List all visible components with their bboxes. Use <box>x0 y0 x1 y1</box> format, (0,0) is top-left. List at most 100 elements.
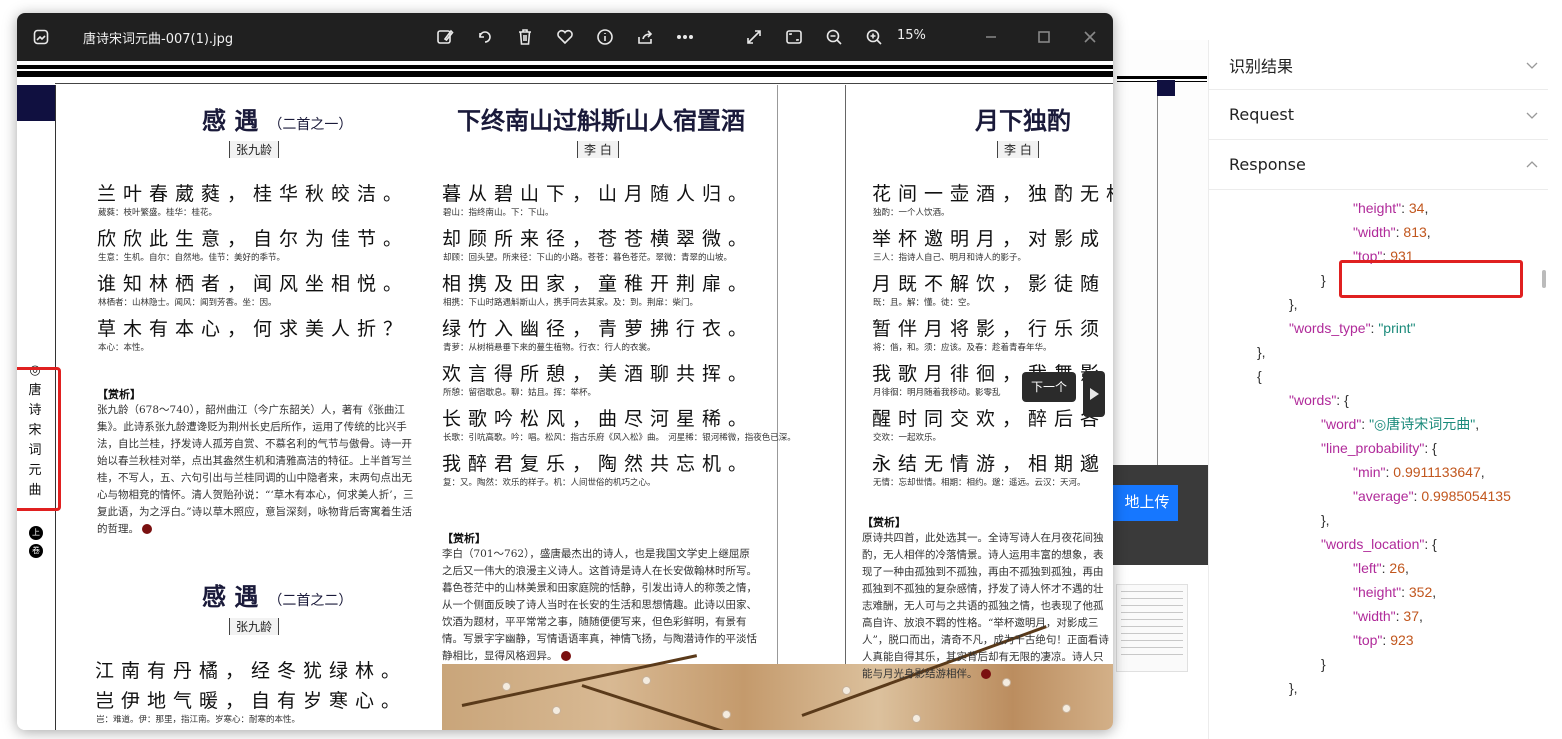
json-line: "height": 34, <box>1353 196 1428 220</box>
poem-subtitle: （二首之一） <box>268 117 353 133</box>
info-icon[interactable] <box>593 13 617 61</box>
poem-note: 三人：指诗人自己、明月和诗人的影子。 <box>873 253 1027 263</box>
poet-name: 李 白 <box>997 141 1039 158</box>
json-key: "average" <box>1353 488 1414 504</box>
json-punct: , <box>1480 464 1485 480</box>
json-line: "left": 26, <box>1353 556 1409 580</box>
poem-line: 欢言得所憩，美酒聊共挥。 <box>442 363 755 385</box>
zoom-out-icon[interactable] <box>822 13 846 61</box>
scrollbar-thumb[interactable] <box>1542 270 1546 288</box>
title-bar: 唐诗宋词元曲-007(1).jpg 15% <box>17 13 1113 61</box>
zoom-level[interactable]: 15% <box>897 28 926 43</box>
photo-viewer-window: 唐诗宋词元曲-007(1).jpg 15% ◎ 唐 诗 宋 词 元 曲 上 卷 … <box>17 13 1113 730</box>
edit-image-icon[interactable] <box>433 13 457 61</box>
json-colon: : <box>1401 584 1409 600</box>
poem-note: 葳蕤：枝叶繁盛。桂华：桂花。 <box>98 208 218 218</box>
section-recognition-result[interactable]: 识别结果 <box>1209 40 1548 90</box>
json-value: 34 <box>1408 200 1425 216</box>
expand-icon[interactable] <box>742 13 766 61</box>
poem-line: 谁知林栖者，闻风坐相悦。 <box>97 273 410 295</box>
poem-note: 岂：难道。伊：那里，指江南。岁寒心：耐寒的本性。 <box>96 715 301 725</box>
json-key: "words" <box>1289 392 1337 408</box>
json-line: "word": "◎唐诗宋词元曲", <box>1321 412 1479 436</box>
section-request[interactable]: Request <box>1209 90 1548 140</box>
end-mark-icon <box>980 669 991 679</box>
poem-note: 生意：生机。自尔：自然地。佳节：美好的季节。 <box>98 253 286 263</box>
poem-title: 感 遇 （二首之二） <box>202 577 352 612</box>
json-colon: : <box>1424 440 1433 456</box>
poem-title-text: 感 遇 <box>202 106 259 135</box>
poem-line: 草木有本心，何求美人折？ <box>97 318 410 340</box>
favorite-icon[interactable] <box>553 13 577 61</box>
json-line: "words_location": { <box>1321 532 1437 556</box>
word-highlight-box <box>1339 260 1523 298</box>
poem-line: 月既不解饮，影徒随 <box>872 273 1107 295</box>
end-mark-icon <box>142 524 153 534</box>
poem-title-text: 感 遇 <box>202 582 259 611</box>
json-value: 813 <box>1403 224 1427 240</box>
page-corner-block <box>17 85 55 121</box>
minimize-icon[interactable] <box>977 13 1005 61</box>
json-punct: , <box>1432 584 1437 600</box>
analysis-body: 李白（701～762），盛唐最杰出的诗人，也是我国文学史上继屈原之后又一伟大的浪… <box>442 548 757 662</box>
zoom-in-icon[interactable] <box>862 13 886 61</box>
json-line: "width": 813, <box>1353 220 1431 244</box>
json-bracket: }, <box>1257 344 1266 360</box>
preview-margin-line <box>1157 96 1158 466</box>
json-punct: , <box>1418 608 1423 624</box>
close-icon[interactable] <box>1076 13 1104 61</box>
side-label-highlight <box>17 367 61 511</box>
fit-screen-icon[interactable] <box>782 13 806 61</box>
document-preview <box>1112 40 1212 470</box>
rotate-icon[interactable] <box>473 13 497 61</box>
poem-line: 醒时同交欢，醉后各 <box>872 408 1107 430</box>
json-key: "line_probability" <box>1321 440 1425 456</box>
next-image-button[interactable] <box>1083 371 1105 417</box>
poem-line: 永结无情游，相期邈 <box>872 453 1107 475</box>
json-colon: : <box>1401 200 1409 216</box>
delete-icon[interactable] <box>513 13 537 61</box>
poem-note: 所憩：留宿歇息。聊：姑且。挥：举杯。 <box>443 388 597 398</box>
upload-button[interactable]: 地上传 <box>1112 485 1178 521</box>
analysis-heading: 【赏析】 <box>97 388 141 401</box>
poem-note: 碧山：指终南山。下：下山。 <box>443 208 554 218</box>
page-gutter-line <box>845 85 846 730</box>
json-line: "words": { <box>1289 388 1349 412</box>
page-gutter-line <box>777 85 778 730</box>
poem-note: 无情：忘却世情。相期：相约。邈：遥远。云汉：天河。 <box>873 478 1086 488</box>
json-key: "words_type" <box>1289 320 1371 336</box>
json-value: { <box>1432 440 1437 456</box>
json-line: } <box>1321 652 1326 676</box>
poem-note: 将：偕，和。须：应该。及春：趁着青春年华。 <box>873 343 1052 353</box>
poem-title: 月下独酌 <box>975 106 1071 135</box>
json-punct: , <box>1426 224 1431 240</box>
poem-note: 本心：本性。 <box>98 343 150 353</box>
preview-rule <box>1117 76 1207 79</box>
share-icon[interactable] <box>633 13 657 61</box>
analysis-heading: 【赏析】 <box>862 516 906 529</box>
json-value: 26 <box>1389 560 1405 576</box>
json-punct: , <box>1475 416 1480 432</box>
poem-line: 花间一壶酒，独酌无相 <box>872 183 1113 205</box>
json-line: }, <box>1321 508 1330 532</box>
chevron-down-icon <box>1526 112 1538 119</box>
chevron-up-icon <box>1526 160 1538 167</box>
poem-line: 举杯邀明月，对影成 <box>872 228 1107 250</box>
json-punct: , <box>1424 200 1429 216</box>
maximize-icon[interactable] <box>1030 13 1058 61</box>
poem-note: 独酌：一个人饮酒。 <box>873 208 950 218</box>
json-line: "min": 0.9911133647, <box>1353 460 1485 484</box>
poem-line: 却顾所来径，苍苍横翠微。 <box>442 228 755 250</box>
image-canvas[interactable]: ◎ 唐诗宋词元曲 上 卷 感 遇（二首之一） 张九龄 兰叶春葳蕤，桂华秋皎洁。 葳蕤… <box>17 61 1113 730</box>
more-icon[interactable] <box>673 13 697 61</box>
poem-line: 岂伊地气暖，自有岁寒心。 <box>95 690 408 712</box>
section-response[interactable]: Response <box>1209 140 1548 190</box>
analysis-body: 原诗共四首，此处选其一。全诗写诗人在月夜花间独酌，无人相伴的冷落情景。诗人运用丰… <box>862 532 1109 680</box>
result-thumbnail[interactable] <box>1116 584 1188 672</box>
volume-tag: 卷 <box>29 544 43 558</box>
page-rule <box>17 71 1113 77</box>
poem-note: 复：又。陶然：欢乐的样子。机：人间世俗的机巧之心。 <box>443 478 656 488</box>
poem-note: 既：且。解：懂。徒：空。 <box>873 298 976 308</box>
json-key: "height" <box>1353 584 1402 600</box>
page-rule <box>55 83 1113 84</box>
